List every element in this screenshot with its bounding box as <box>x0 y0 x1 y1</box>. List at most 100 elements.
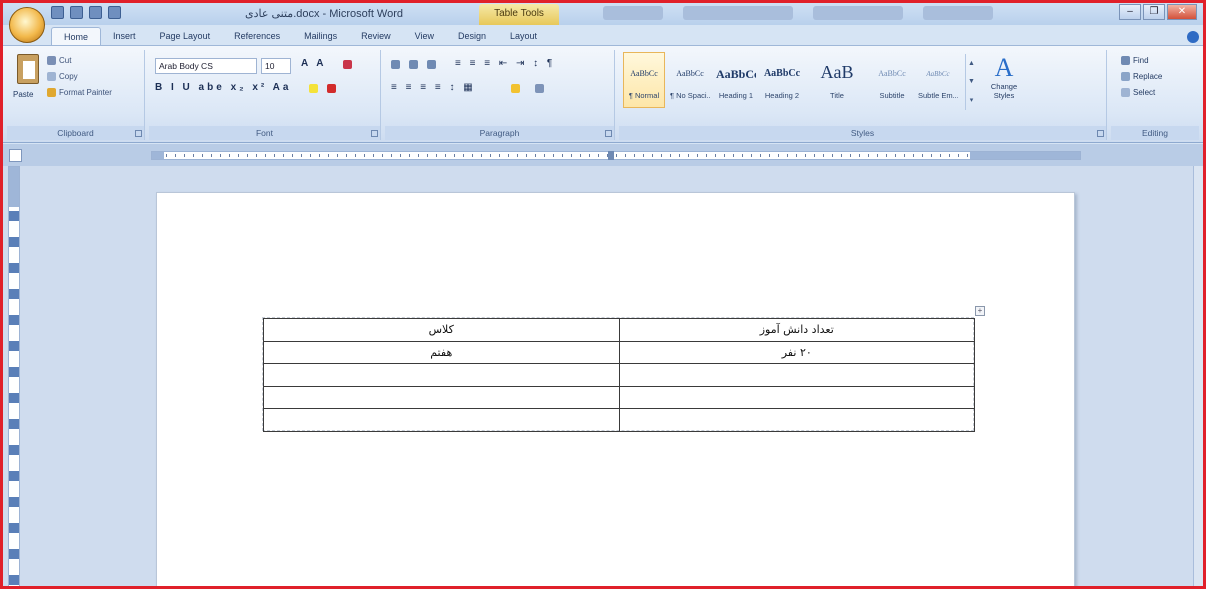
chevron-down-icon[interactable]: ▼ <box>968 78 975 85</box>
highlight-icon[interactable] <box>309 84 318 93</box>
close-button[interactable]: ✕ <box>1167 4 1197 20</box>
table-cell[interactable]: کلاس <box>263 318 620 342</box>
paragraph-group: ≡ ≡ ≡ ⇤ ⇥ ↕ ¶ ≡ ≡ ≡ ≡ ↕ ▦ Paragraph <box>385 50 615 140</box>
tab-layout[interactable]: Layout <box>498 27 549 45</box>
change-styles-button[interactable]: A Change Styles <box>983 50 1023 124</box>
tab-selector-icon[interactable] <box>9 149 22 162</box>
table-row <box>263 408 975 432</box>
clipboard-group-label: Clipboard <box>7 126 144 140</box>
copy-icon <box>47 72 56 81</box>
table-tools-context-tab: Table Tools <box>479 4 559 25</box>
grow-shrink-font[interactable]: A A <box>301 58 326 69</box>
tab-home[interactable]: Home <box>51 27 102 45</box>
change-styles-icon: A <box>994 53 1014 82</box>
style-preview: AaBbCc <box>716 67 756 81</box>
ruler-bar <box>3 144 1203 166</box>
change-styles-label: Change Styles <box>990 82 1018 100</box>
table-cell[interactable] <box>263 385 620 409</box>
style-heading-2[interactable]: AaBbCc Heading 2 <box>761 52 803 108</box>
numbering-icon[interactable] <box>409 60 418 69</box>
tab-mailings[interactable]: Mailings <box>292 27 349 45</box>
tab-view[interactable]: View <box>403 27 446 45</box>
document-table[interactable]: کلاس تعداد دانش آموز هفتم ۲۰ نفر <box>263 318 975 432</box>
title-bar-background <box>603 6 1103 21</box>
binoculars-icon <box>1121 56 1130 65</box>
replace-icon <box>1121 72 1130 81</box>
table-cell[interactable] <box>263 408 620 432</box>
table-row <box>263 385 975 409</box>
bullets-icon[interactable] <box>391 60 400 69</box>
more-styles-icon[interactable]: ▾ <box>970 96 974 104</box>
table-cell[interactable] <box>618 363 975 387</box>
alignment-buttons[interactable]: ≡ ≡ ≡ ≡ ↕ ▦ <box>391 82 476 93</box>
maximize-button[interactable]: ❐ <box>1143 4 1165 20</box>
table-cell[interactable] <box>263 363 620 387</box>
font-size-box[interactable]: 10 <box>261 58 291 74</box>
table-move-handle-icon[interactable]: + <box>975 306 985 316</box>
style-subtitle[interactable]: AaBbCc Subtitle <box>871 52 913 108</box>
ribbon-tabs: Home Insert Page Layout References Maili… <box>51 27 549 45</box>
paste-button[interactable]: Paste <box>13 54 43 108</box>
select-label: Select <box>1133 88 1156 97</box>
font-format-buttons[interactable]: B I U abe x₂ x² Aa <box>155 82 291 93</box>
tab-insert[interactable]: Insert <box>101 27 148 45</box>
styles-gallery-scroll[interactable]: ▲ ▼ ▾ <box>965 54 977 110</box>
redo-icon[interactable] <box>89 6 102 19</box>
vertical-ruler-ticks <box>9 211 19 586</box>
table-cell[interactable] <box>618 385 975 409</box>
replace-label: Replace <box>1133 72 1163 81</box>
cut-label: Cut <box>59 56 72 65</box>
style-no-spacing[interactable]: AaBbCc ¶ No Spaci... <box>669 52 711 108</box>
chevron-up-icon[interactable]: ▲ <box>968 60 975 67</box>
horizontal-ruler[interactable] <box>151 151 1081 160</box>
font-name-box[interactable]: Arab Body CS <box>155 58 257 74</box>
styles-dialog-launcher-icon[interactable] <box>1097 130 1104 137</box>
tab-review[interactable]: Review <box>349 27 403 45</box>
vertical-ruler[interactable] <box>8 166 20 586</box>
tab-page-layout[interactable]: Page Layout <box>148 27 223 45</box>
paragraph-row1-buttons[interactable]: ≡ ≡ ≡ ⇤ ⇥ ↕ ¶ <box>455 58 555 69</box>
shading-icon[interactable] <box>511 84 520 93</box>
clipboard-dialog-launcher-icon[interactable] <box>135 130 142 137</box>
font-dialog-launcher-icon[interactable] <box>371 130 378 137</box>
style-title[interactable]: AaB Title <box>807 52 867 108</box>
table-cell[interactable] <box>618 408 975 432</box>
copy-button[interactable]: Copy <box>47 72 78 81</box>
borders-icon[interactable] <box>535 84 544 93</box>
tab-design[interactable]: Design <box>446 27 498 45</box>
minimize-button[interactable]: – <box>1119 4 1141 20</box>
clear-formatting-icon[interactable] <box>343 60 352 69</box>
save-icon[interactable] <box>51 6 64 19</box>
column-marker-icon[interactable] <box>608 151 614 160</box>
copy-label: Copy <box>59 72 78 81</box>
style-heading-1[interactable]: AaBbCc Heading 1 <box>715 52 757 108</box>
find-label: Find <box>1133 56 1149 65</box>
tab-references[interactable]: References <box>222 27 292 45</box>
style-preview: AaB <box>820 62 854 82</box>
multilevel-list-icon[interactable] <box>427 60 436 69</box>
format-painter-button[interactable]: Format Painter <box>47 88 112 97</box>
table-cell[interactable]: ۲۰ نفر <box>618 340 975 364</box>
table-cell[interactable]: هفتم <box>263 340 620 364</box>
style-name: Heading 1 <box>718 91 754 100</box>
style-normal[interactable]: AaBbCc ¶ Normal <box>623 52 665 108</box>
font-color-icon[interactable] <box>327 84 336 93</box>
help-icon[interactable] <box>1187 31 1199 43</box>
ribbon: Paste Cut Copy Format Painter Clipboard … <box>3 45 1203 143</box>
vertical-scrollbar[interactable] <box>1193 166 1203 586</box>
table-row: کلاس تعداد دانش آموز <box>263 318 975 342</box>
select-button[interactable]: Select <box>1121 88 1155 97</box>
undo-icon[interactable] <box>70 6 83 19</box>
style-name: ¶ No Spaci... <box>670 91 710 100</box>
replace-button[interactable]: Replace <box>1121 72 1162 81</box>
table-cell[interactable]: تعداد دانش آموز <box>618 318 975 342</box>
paragraph-dialog-launcher-icon[interactable] <box>605 130 612 137</box>
style-name: Subtitle <box>879 91 905 100</box>
style-subtle-emphasis[interactable]: AaBbCc Subtle Em... <box>917 52 959 108</box>
print-preview-icon[interactable] <box>108 6 121 19</box>
document-page[interactable]: + کلاس تعداد دانش آموز هفتم ۲۰ نفر <box>156 192 1075 586</box>
editing-group: Find Replace Select Editing <box>1111 50 1199 140</box>
cut-button[interactable]: Cut <box>47 56 71 65</box>
find-button[interactable]: Find <box>1121 56 1149 65</box>
office-button[interactable] <box>9 7 45 43</box>
